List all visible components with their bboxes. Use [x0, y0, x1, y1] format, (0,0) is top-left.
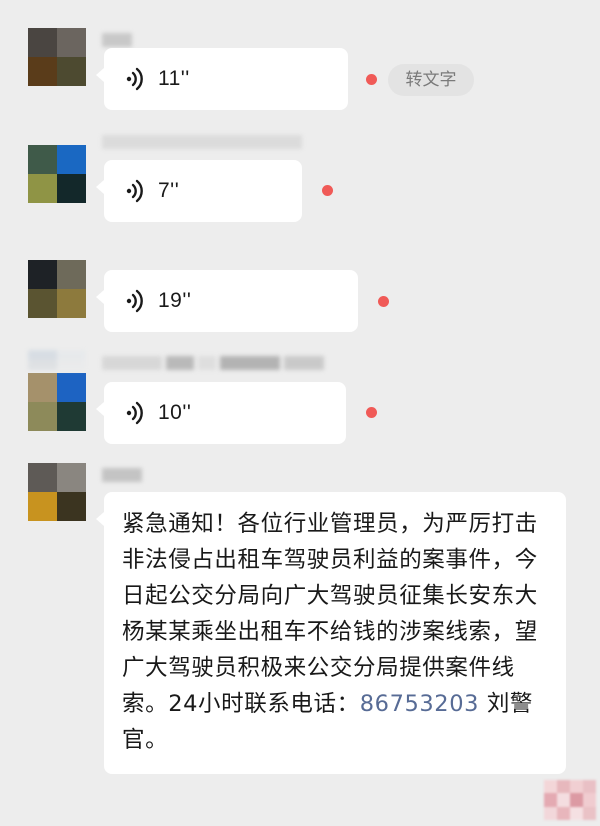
message-text-body: 紧急通知！各位行业管理员，为严厉打击非法侵占出租车驾驶员利益的案事件，今日起公交… — [122, 511, 538, 717]
voice-duration: 10'' — [158, 401, 192, 424]
voice-wave-icon — [126, 179, 143, 203]
sender-name-redacted — [102, 134, 306, 150]
unread-dot — [366, 74, 377, 85]
avatar[interactable] — [28, 260, 86, 318]
unread-dot — [322, 185, 333, 196]
avatar[interactable] — [28, 373, 86, 431]
voice-duration: 11'' — [158, 67, 190, 90]
avatar[interactable] — [28, 28, 86, 86]
phone-number-link[interactable]: 86753203 — [360, 691, 479, 717]
unread-dot — [378, 296, 389, 307]
voice-wave-icon — [126, 67, 143, 91]
convert-to-text-button[interactable]: 转文字 — [388, 64, 474, 96]
avatar[interactable] — [28, 463, 86, 521]
voice-duration: 7'' — [158, 179, 180, 202]
text-bubble[interactable]: 紧急通知！各位行业管理员，为严厉打击非法侵占出租车驾驶员利益的案事件，今日起公交… — [96, 492, 566, 774]
unread-dot — [366, 407, 377, 418]
voice-wave-icon — [126, 289, 143, 313]
voice-bubble[interactable]: 11'' — [96, 48, 348, 110]
avatar[interactable] — [28, 145, 86, 203]
watermark-fragment — [544, 780, 596, 820]
sender-name-redacted — [102, 467, 146, 483]
voice-bubble[interactable]: 7'' — [96, 160, 302, 222]
voice-bubble[interactable]: 19'' — [96, 270, 358, 332]
sender-name-redacted — [102, 32, 136, 48]
voice-wave-icon — [126, 401, 143, 425]
sender-name-redacted — [102, 355, 328, 371]
voice-duration: 19'' — [158, 289, 192, 312]
avatar-blur-top — [28, 350, 86, 370]
voice-bubble[interactable]: 10'' — [96, 382, 346, 444]
